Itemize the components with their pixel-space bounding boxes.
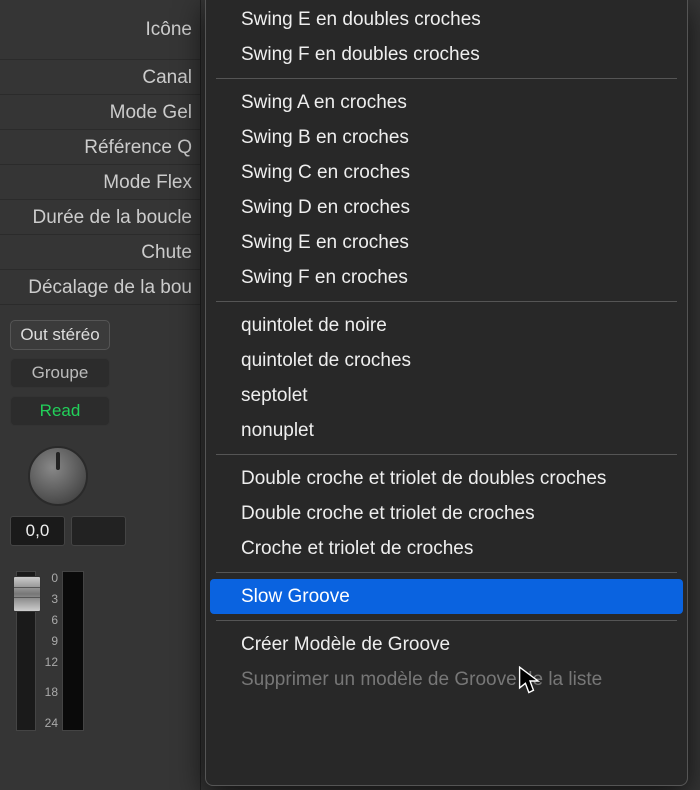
volume-fader[interactable] [16,571,36,731]
label-decalage: Décalage de la bou [0,270,200,305]
menu-item-swing-b-8[interactable]: Swing B en croches [206,120,687,155]
menu-item-septolet[interactable]: septolet [206,378,687,413]
quantize-reference-menu[interactable]: Swing E en doubles croches Swing F en do… [205,0,688,786]
channel-controls: Out stéréo Groupe Read 0,0 0 3 6 9 12 18 [0,305,200,731]
menu-separator [216,620,677,621]
inspector-sidebar: Icône Canal Mode Gel Référence Q Mode Fl… [0,0,201,790]
menu-separator [216,454,677,455]
label-duree-boucle: Durée de la boucle [0,200,200,235]
menu-separator [216,301,677,302]
label-canal: Canal [0,60,200,95]
menu-item-swing-e-16[interactable]: Swing E en doubles croches [206,2,687,37]
meter-scale: 0 3 6 9 12 18 24 [40,571,58,731]
menu-separator [216,572,677,573]
menu-item-delete-groove-template: Supprimer un modèle de Groove de la list… [206,662,687,697]
label-chute: Chute [0,235,200,270]
menu-item-quintolet-noire[interactable]: quintolet de noire [206,308,687,343]
menu-item-nonuplet[interactable]: nonuplet [206,413,687,448]
menu-item-slow-groove[interactable]: Slow Groove [210,579,683,614]
menu-item-create-groove-template[interactable]: Créer Modèle de Groove [206,627,687,662]
menu-item-16-triplet-8[interactable]: Double croche et triolet de croches [206,496,687,531]
pan-knob[interactable] [28,446,88,506]
fader-cap[interactable] [13,576,41,612]
level-meter [62,571,84,731]
menu-item-swing-f-16[interactable]: Swing F en doubles croches [206,37,687,72]
menu-item-swing-d-8[interactable]: Swing D en croches [206,190,687,225]
automation-read-button[interactable]: Read [10,396,110,426]
menu-item-swing-a-8[interactable]: Swing A en croches [206,85,687,120]
label-icone: Icône [0,0,200,60]
label-mode-gel: Mode Gel [0,95,200,130]
peak-value[interactable] [71,516,126,546]
pan-value[interactable]: 0,0 [10,516,65,546]
group-button[interactable]: Groupe [10,358,110,388]
menu-separator [216,78,677,79]
menu-item-16-triplet-16[interactable]: Double croche et triolet de doubles croc… [206,461,687,496]
menu-item-8-triplet-8[interactable]: Croche et triolet de croches [206,531,687,566]
menu-item-swing-f-8[interactable]: Swing F en croches [206,260,687,295]
output-button[interactable]: Out stéréo [10,320,110,350]
menu-item-swing-c-8[interactable]: Swing C en croches [206,155,687,190]
menu-item-quintolet-croches[interactable]: quintolet de croches [206,343,687,378]
label-reference-q: Référence Q [0,130,200,165]
menu-item-swing-e-8[interactable]: Swing E en croches [206,225,687,260]
label-mode-flex: Mode Flex [0,165,200,200]
